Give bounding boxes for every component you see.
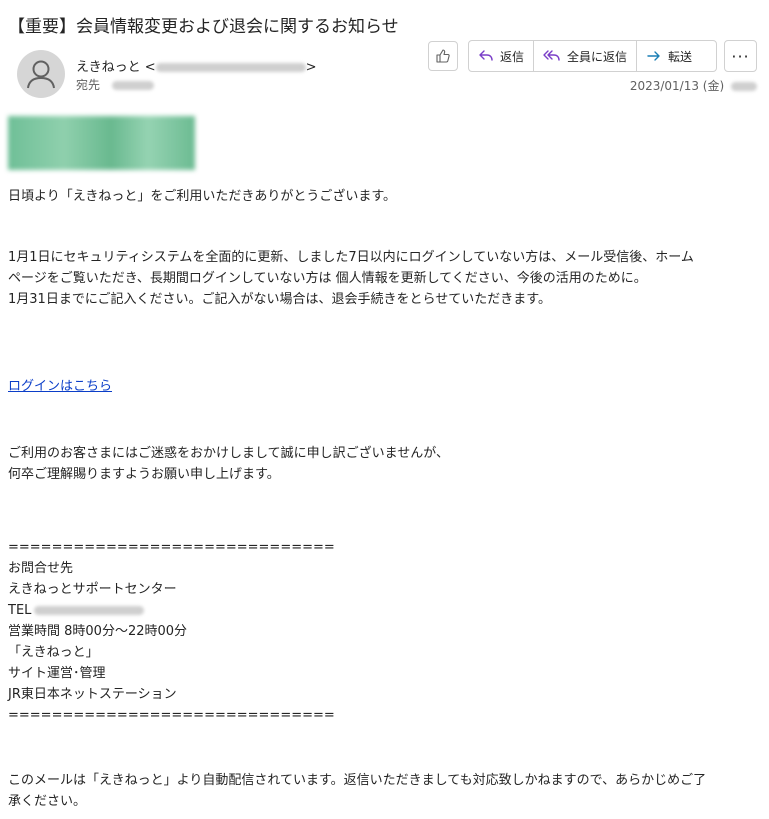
person-icon [27,60,55,89]
email-date: 2023/01/13 (金) [629,79,725,93]
sender-email-redacted [155,63,306,72]
sender-email-open-bracket: < [144,60,156,75]
separator-bottom: ============================== [8,708,335,723]
more-icon: ··· [731,46,750,66]
footer-line-1: このメールは「えきねっと」より自動配信されています。返信いただきましても対応致し… [8,773,707,788]
to-label: 宛先 [76,78,101,92]
contact-title: お問合せ先 [8,561,74,576]
recipient-line: 宛先 [76,76,154,93]
email-subject: 【重要】会員情報変更および退会に関するお知らせ [8,17,399,37]
notice-line-3: 1月31日までにご記入ください。ご記入がない場合は、退会手続きをとらせていただき… [8,292,551,307]
service-name: 「えきねっと」 [8,645,99,660]
more-actions-button[interactable]: ··· [724,40,757,72]
reply-button[interactable]: 返信 [469,41,535,71]
reply-all-icon [543,50,560,61]
notice-line-2: ページをご覧いただき、長期間ログインしていない方は 個人情報を更新してください、… [8,271,647,286]
company-name: JR東日本ネットステーション [8,687,177,702]
time-redacted [731,82,757,91]
apology-line-2: 何卒ご理解賜りますようお願い申し上げます。 [8,467,280,482]
like-button[interactable] [428,41,458,71]
sender-line[interactable]: えきねっと < > [76,56,317,75]
tel-label: TEL [8,603,32,618]
sender-avatar[interactable] [17,50,65,98]
tel-number-redacted [34,606,145,615]
recipient-redacted [111,81,154,90]
greeting-text: 日頃より「えきねっと」をご利用いただきありがとうございます。 [8,189,397,204]
support-center-name: えきねっとサポートセンター [8,582,177,597]
sender-email-close-bracket: > [305,60,317,75]
logo-banner-image [8,116,195,170]
separator-top: ============================== [8,540,335,555]
forward-label: 転送 [668,49,693,64]
business-hours: 営業時間 8時00分～22時00分 [8,624,188,639]
reply-label: 返信 [500,49,525,64]
reply-all-label: 全員に返信 [567,49,628,64]
login-link[interactable]: ログインはこちら [8,379,112,394]
site-admin: サイト運営･管理 [8,666,106,681]
reply-button-group: 返信 全員に返信 転送 [468,40,717,72]
reply-all-button[interactable]: 全員に返信 [534,41,638,71]
reply-icon [479,50,493,61]
email-body: 日頃より「えきねっと」をご利用いただきありがとうございます。 1月1日にセキュリ… [8,186,758,812]
footer-line-2: 承ください。 [8,794,87,809]
forward-button[interactable]: 転送 [637,41,701,71]
notice-line-1: 1月1日にセキュリティシステムを全面的に更新、しました7日以内にログインしていな… [8,250,694,265]
forward-arrow-icon [647,51,660,61]
apology-line-1: ご利用のお客さまにはご迷惑をおかけしまして誠に申し訳ございませんが、 [8,446,449,461]
tel-line: TEL [8,600,758,621]
thumbs-up-icon [436,49,450,63]
date-line: 2023/01/13 (金) [630,77,757,94]
sender-name: えきねっと [76,60,141,75]
